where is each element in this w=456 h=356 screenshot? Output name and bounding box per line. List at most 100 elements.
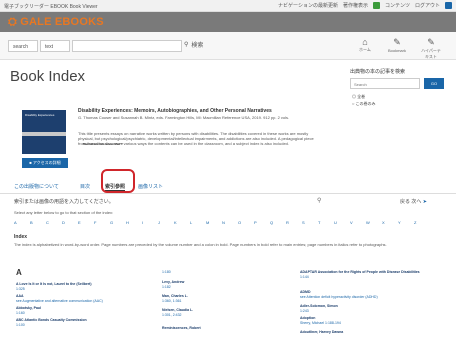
entry-pages: 1:182 <box>162 285 171 289</box>
letter-link-o[interactable]: O <box>238 220 241 225</box>
letter-link-i[interactable]: I <box>142 220 143 225</box>
entry-heading: Reminiscences, Robert <box>162 326 201 330</box>
index-pager[interactable]: 戻る 次へ ➤ <box>400 198 427 205</box>
letter-link-u[interactable]: U <box>334 220 337 225</box>
letter-hint: Select any letter below to go to that se… <box>14 210 114 215</box>
index-entry[interactable]: Man, Charles L. 1:360, 1:361 <box>162 294 272 304</box>
index-entry[interactable]: ABC Atlantic Bonds Casualty Commission 1… <box>16 318 126 328</box>
blue-square-icon[interactable] <box>445 2 452 9</box>
browser-item[interactable]: ログアウト <box>415 2 440 9</box>
ebook-access-button[interactable]: ■ アクセスの詳細 <box>22 158 68 168</box>
entry-pages: see Attention deficit hyperactivity diso… <box>300 295 378 299</box>
browser-item[interactable]: ナビゲーションの最新更新 <box>278 2 338 9</box>
pencil-icon: ✎ <box>393 37 401 47</box>
letter-link-k[interactable]: K <box>174 220 177 225</box>
entry-pages: 1:301, 2:432 <box>162 313 182 317</box>
entry-pages: 1:360, 1:361 <box>162 299 182 303</box>
index-entry[interactable]: Adoption Sherry, Michael 1:188-194 <box>300 316 440 326</box>
entry-pages: see Augmentative and alternative communi… <box>16 299 103 303</box>
entry-pages: 1:325 <box>16 287 25 291</box>
pager-text: 戻る 次へ <box>400 199 422 205</box>
book-cover-image[interactable]: Disability Experiences <box>22 110 66 154</box>
search-input[interactable] <box>72 40 182 52</box>
gale-ebooks-logo[interactable]: ⛭ GALE EBOOKS <box>8 16 104 29</box>
letter-link-d[interactable]: D <box>62 220 65 225</box>
search-type-select[interactable]: search <box>8 40 38 52</box>
section-letter: A <box>16 268 22 277</box>
index-entry[interactable]: ADMD see Attention deficit hyperactivity… <box>300 290 440 300</box>
letter-link-l[interactable]: L <box>190 220 192 225</box>
letter-link-a[interactable]: A <box>14 220 17 225</box>
gale-mark-icon: ⛭ <box>8 16 17 28</box>
letter-link-v[interactable]: V <box>350 220 353 225</box>
tool-label: Bookmark <box>387 48 406 53</box>
letter-link-j[interactable]: J <box>158 220 160 225</box>
book-search-go-button[interactable]: GO <box>424 78 444 89</box>
book-search-input[interactable]: Search <box>350 78 420 89</box>
pen-icon: ✎ <box>427 37 435 47</box>
browser-item[interactable]: 著作権表示 <box>343 2 368 9</box>
letter-link-t[interactable]: T <box>318 220 320 225</box>
letter-link-q[interactable]: Q <box>270 220 273 225</box>
letter-link-h[interactable]: H <box>126 220 129 225</box>
index-entry[interactable]: Reminiscences, Robert <box>162 326 272 331</box>
logo-text: GALE EBOOKS <box>20 16 104 28</box>
cover-strip <box>22 132 66 136</box>
book-title: Disability Experiences: Memoirs, Autobio… <box>78 108 272 114</box>
index-entry[interactable]: Adoutliner, Harvey Dawna <box>300 330 440 335</box>
entry-pages: 1:243 <box>300 309 309 313</box>
search-icon: ⚲ <box>184 42 189 48</box>
index-entry[interactable]: A Love Is It or It Is not, Laurel to the… <box>16 282 126 292</box>
letter-link-y[interactable]: Y <box>398 220 401 225</box>
letter-link-w[interactable]: W <box>366 220 370 225</box>
index-entry[interactable]: 1:180 <box>162 270 272 275</box>
next-arrow-icon: ➤ <box>422 199 427 205</box>
tab-contents[interactable]: 目次 <box>80 183 90 190</box>
index-entry[interactable]: Levy, Andrew 1:182 <box>162 280 272 290</box>
letter-link-f[interactable]: F <box>94 220 96 225</box>
index-note: The index is alphabetized in word-by-wor… <box>14 242 387 247</box>
letter-link-r[interactable]: R <box>286 220 289 225</box>
index-entry[interactable]: AAA see Augmentative and alternative com… <box>16 294 126 304</box>
tab-images[interactable]: 画像リスト <box>138 183 163 190</box>
browser-left-text: 電子ブックリーダー EBOOK Book Viewer <box>4 4 98 10</box>
index-entry[interactable]: Adler-Solomon, Simon 1:243 <box>300 304 440 314</box>
book-description: This title presents essays on narrative … <box>78 131 314 146</box>
entry-pages: 1:100 <box>16 323 25 327</box>
letter-link-n[interactable]: N <box>222 220 225 225</box>
tab-about[interactable]: この出版物について <box>14 183 59 190</box>
entry-pages: 1:180 <box>162 270 171 274</box>
letter-link-x[interactable]: X <box>382 220 385 225</box>
scope-volume-radio[interactable]: ○ この巻のみ <box>352 101 376 107</box>
tool-label: ホーム <box>359 47 371 52</box>
index-search-label[interactable]: 索引または画像の用語を入力してください。 <box>14 198 114 205</box>
tool-hypertext[interactable]: ✎ ハイパーテキスト <box>420 37 442 60</box>
search-icon[interactable]: ⚲ <box>317 197 321 204</box>
index-entry[interactable]: Abbotsky, Paul 1:160 <box>16 306 126 316</box>
entry-heading: Adoutliner, Harvey Dawna <box>300 330 344 334</box>
green-square-icon[interactable] <box>372 2 380 9</box>
tool-home[interactable]: ⌂ ホーム <box>354 37 376 53</box>
right-panel-heading: 出典物の本の記事を検索 <box>350 69 406 75</box>
search-field-select[interactable]: text <box>40 40 70 52</box>
letter-link-b[interactable]: B <box>30 220 33 225</box>
letter-link-p[interactable]: P <box>254 220 257 225</box>
tool-bookmark[interactable]: ✎ Bookmark <box>386 37 408 53</box>
scope-all-radio[interactable]: ◎ 全巻 <box>352 94 365 100</box>
book-tabs: この出版物について 目次 索引参照 画像リスト <box>0 180 456 194</box>
entry-pages: 1:160 <box>16 311 25 315</box>
entry-pages: Sherry, Michael 1:188-194 <box>300 321 341 325</box>
entry-pages: 1:144 <box>300 275 309 279</box>
tool-label: ハイパーテキスト <box>421 48 441 59</box>
letter-link-m[interactable]: M <box>206 220 209 225</box>
letter-link-g[interactable]: G <box>110 220 113 225</box>
browser-item[interactable]: コンテンツ <box>385 2 410 9</box>
page-title: Book Index <box>10 68 86 85</box>
index-entry[interactable]: Nielsen, Claudia L. 1:301, 2:432 <box>162 308 272 318</box>
letter-link-c[interactable]: C <box>46 220 49 225</box>
letter-link-s[interactable]: S <box>302 220 305 225</box>
letter-link-e[interactable]: E <box>78 220 81 225</box>
index-entry[interactable]: ADAPTAR Association for the Rights of Pe… <box>300 270 440 280</box>
letter-link-z[interactable]: Z <box>414 220 416 225</box>
search-button[interactable]: ⚲ 検索 <box>184 40 203 49</box>
